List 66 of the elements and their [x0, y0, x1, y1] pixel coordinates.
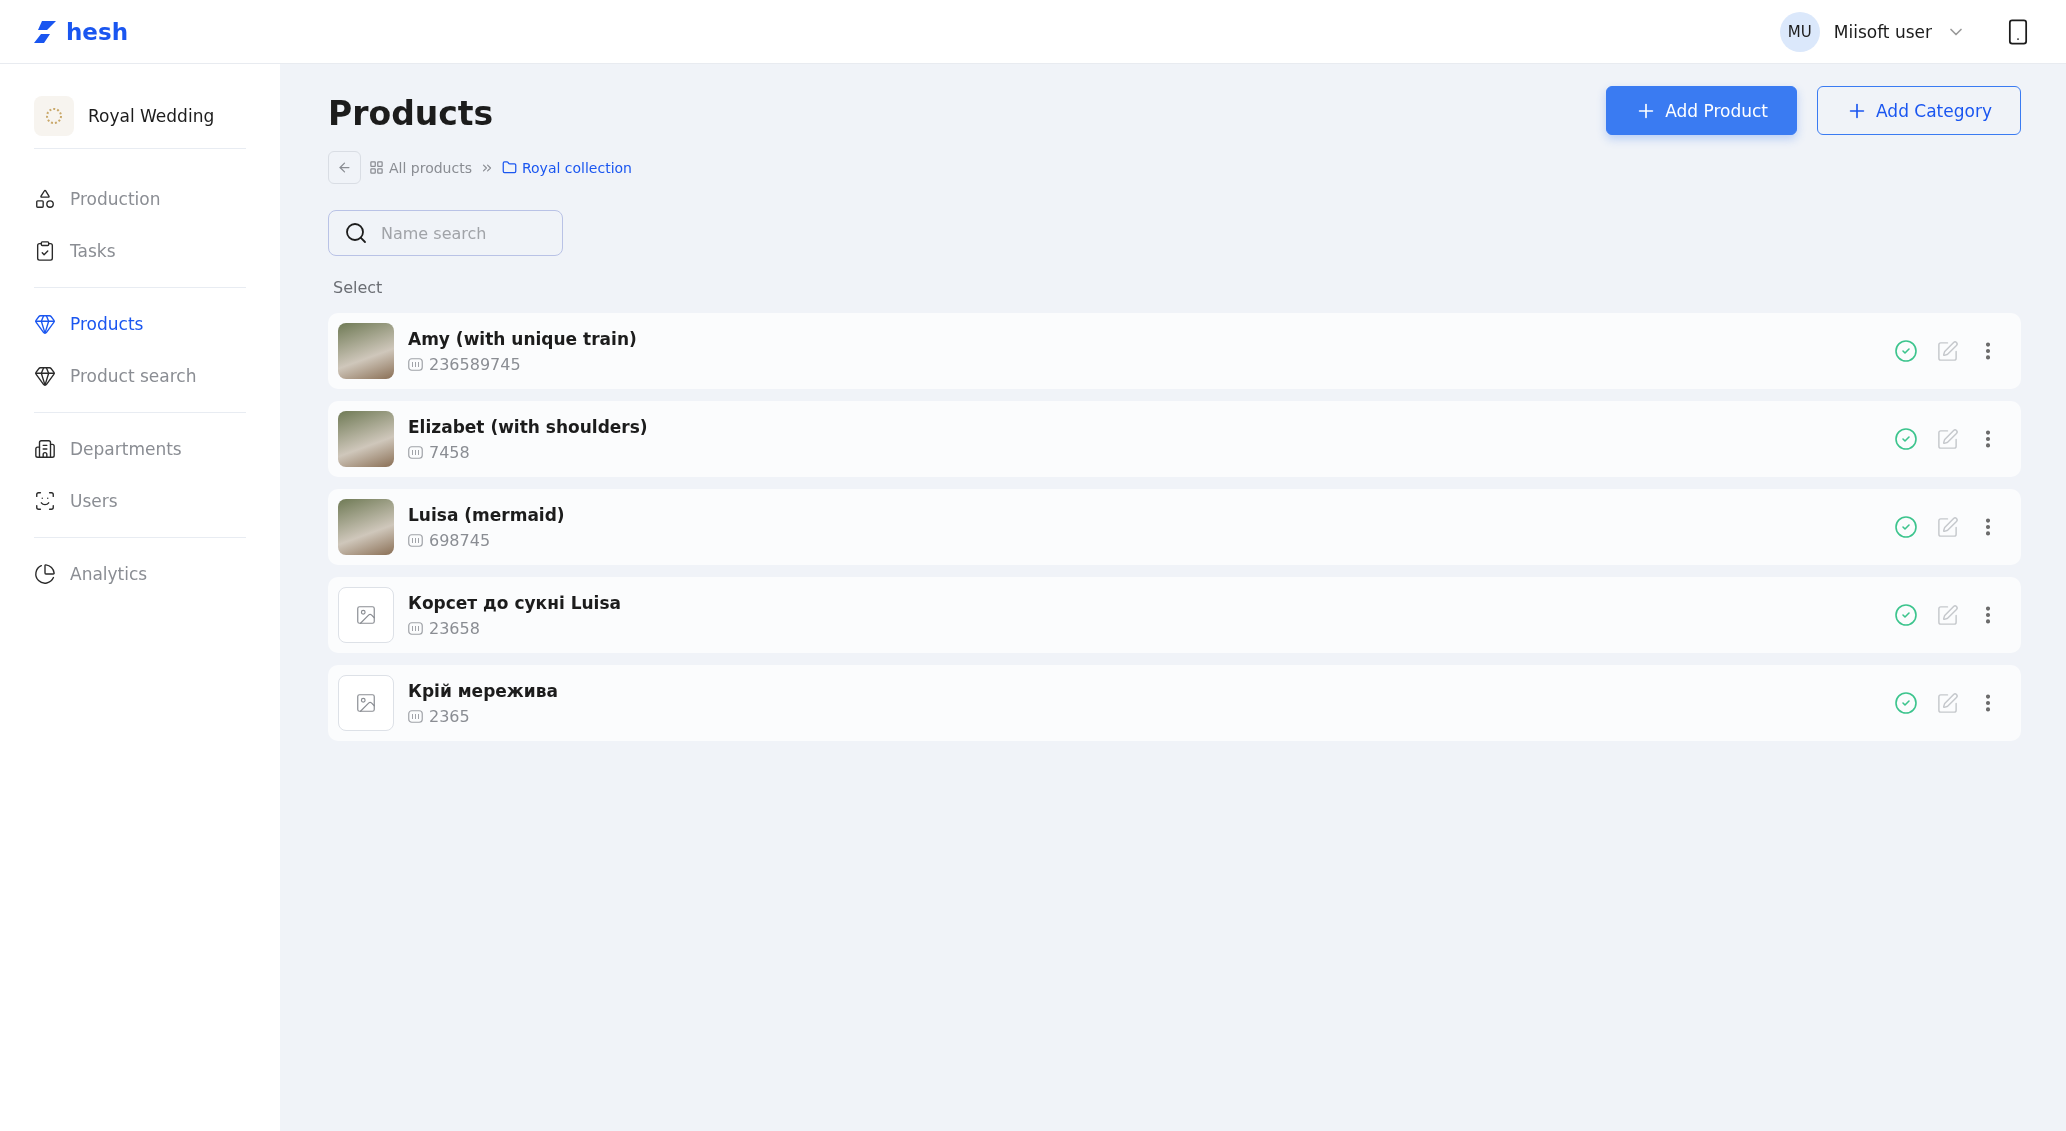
photo-placeholder [338, 323, 394, 379]
number-icon [408, 621, 423, 635]
sidebar-item[interactable]: Departments [34, 423, 246, 475]
product-code: 23658 [429, 618, 480, 638]
product-code: 236589745 [429, 354, 521, 374]
photo-placeholder [338, 499, 394, 555]
product-name: Корсет до сукні Luisa [408, 592, 622, 613]
number-icon [408, 445, 423, 459]
pie-chart-icon [34, 563, 56, 585]
search-icon [344, 221, 368, 245]
gem-icon [34, 313, 56, 335]
check-icon[interactable] [1894, 427, 1918, 451]
clipboard-check-icon [34, 240, 56, 262]
photo-placeholder [338, 411, 394, 467]
edit-icon[interactable] [1936, 515, 1959, 539]
breadcrumb-link[interactable]: Royal collection [501, 159, 632, 176]
edit-icon[interactable] [1936, 339, 1959, 363]
add-button[interactable]: Add Product [1606, 86, 1797, 135]
product-name: Luisa (mermaid) [408, 504, 566, 525]
grid-icon [369, 160, 384, 175]
brand-name: hesh [66, 18, 129, 45]
add-button[interactable]: Add Category [1817, 86, 2021, 135]
check-icon[interactable] [1894, 603, 1918, 627]
gem-search-icon [34, 365, 56, 387]
page-title: Products [328, 94, 494, 133]
user-scan-icon [34, 490, 56, 512]
shapes-icon [34, 188, 56, 210]
sidebar-item[interactable]: Product search [34, 350, 246, 402]
workspace-name: Royal Wedding [88, 106, 215, 126]
sidebar-item[interactable]: Production [34, 173, 246, 225]
user-name[interactable]: Miisoft user [1833, 21, 1932, 42]
user-avatar[interactable]: MU [1779, 11, 1820, 52]
product-row[interactable]: Elizabet (with shoulders) 7458 [328, 401, 2021, 477]
product-code: 698745 [429, 530, 491, 550]
edit-icon[interactable] [1936, 603, 1959, 627]
building-icon [34, 438, 56, 460]
number-icon [408, 533, 423, 547]
sidebar-item[interactable]: Analytics [34, 548, 246, 600]
product-name: Elizabet (with shoulders) [408, 416, 649, 437]
sidebar-item[interactable]: Products [34, 298, 246, 350]
product-name: Крій мережива [408, 680, 559, 701]
edit-icon[interactable] [1936, 427, 1959, 451]
breadcrumb-link[interactable]: All products [369, 159, 472, 176]
check-icon[interactable] [1894, 515, 1918, 539]
workspace-logo [34, 96, 74, 136]
product-name: Amy (with unique train) [408, 328, 638, 349]
sidebar-item[interactable]: Tasks [34, 225, 246, 277]
folder-icon [501, 160, 517, 175]
logo-icon [34, 20, 58, 43]
product-code: 2365 [429, 706, 470, 726]
image-placeholder [338, 675, 394, 731]
product-row[interactable]: Amy (with unique train) 236589745 [328, 313, 2021, 389]
edit-icon[interactable] [1936, 691, 1959, 715]
check-icon[interactable] [1894, 339, 1918, 363]
number-icon [408, 709, 423, 723]
image-placeholder [338, 587, 394, 643]
sidebar-item[interactable]: Users [34, 475, 246, 527]
search-field[interactable]: Name search [328, 210, 563, 256]
product-row[interactable]: Luisa (mermaid) 698745 [328, 489, 2021, 565]
product-code: 7458 [429, 442, 470, 462]
back-button[interactable] [328, 151, 361, 184]
product-row[interactable]: Крій мережива 2365 [328, 665, 2021, 741]
check-icon[interactable] [1894, 691, 1918, 715]
product-row[interactable]: Корсет до сукні Luisa 23658 [328, 577, 2021, 653]
select-label[interactable]: Select [333, 278, 2021, 297]
number-icon [408, 357, 423, 371]
